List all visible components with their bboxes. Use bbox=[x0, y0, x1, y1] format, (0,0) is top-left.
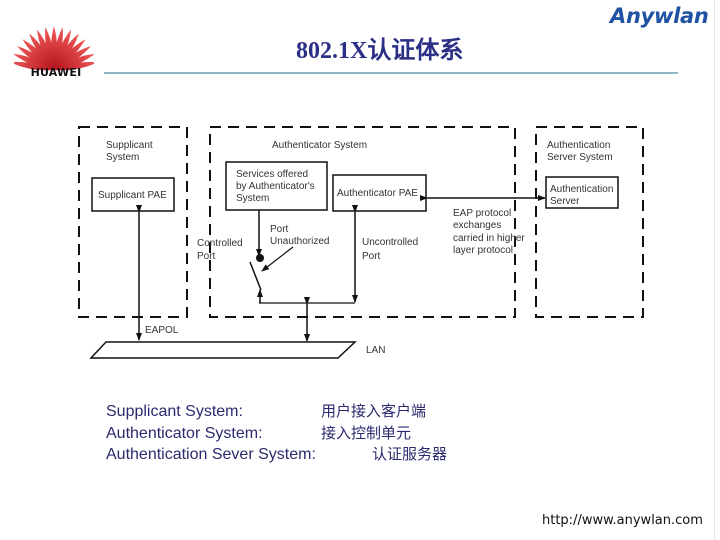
services-label-1: Services offered bbox=[236, 169, 308, 180]
legend-meaning: 认证服务器 bbox=[372, 445, 448, 463]
port-unauthorized-label-1: Port bbox=[270, 224, 289, 235]
eap-note-3: carried in higher bbox=[453, 233, 525, 244]
legend-term: Authenticator System: bbox=[106, 424, 263, 442]
services-label-3: System bbox=[236, 193, 269, 204]
legend-meaning: 用户接入客户端 bbox=[321, 402, 427, 420]
authenticator-system-label: Authenticator System bbox=[272, 140, 367, 151]
controlled-port-label-2: Port bbox=[197, 251, 216, 262]
eap-note-4: layer protocol bbox=[453, 245, 513, 256]
legend-term: Supplicant System: bbox=[106, 403, 243, 420]
controlled-port-label-1: Controlled bbox=[197, 238, 243, 249]
legend-meaning: 接入控制单元 bbox=[321, 423, 412, 442]
eap-note-1: EAP protocol bbox=[453, 208, 511, 219]
auth-server-label-2: Server bbox=[550, 196, 580, 207]
services-label-2: by Authenticator's bbox=[236, 181, 315, 192]
legend-row: Supplicant System: 用户接入客户端 bbox=[106, 401, 426, 423]
eap-note-2: exchanges bbox=[453, 220, 501, 231]
legend-term: Authentication Sever System: bbox=[106, 446, 316, 463]
lan-label: LAN bbox=[366, 345, 385, 356]
eapol-label: EAPOL bbox=[145, 325, 179, 336]
supplicant-system-label-1: Supplicant bbox=[106, 140, 153, 151]
switch-contact bbox=[256, 254, 264, 262]
switch-blade-open bbox=[249, 261, 262, 291]
auth-server-system-label-1: Authentication bbox=[547, 140, 610, 151]
legend-row: Authentication Sever System: 认证服务器 bbox=[106, 444, 447, 466]
uncontrolled-port-label-2: Port bbox=[362, 251, 381, 262]
supplicant-system-label-2: System bbox=[106, 152, 139, 163]
auth-server-system-label-2: Server System bbox=[547, 152, 613, 163]
port-unauthorized-pointer bbox=[261, 246, 294, 272]
legend-row: Authenticator System: 接入控制单元 bbox=[106, 423, 411, 445]
lan-segment bbox=[89, 341, 357, 359]
supplicant-pae-label: Supplicant PAE bbox=[98, 190, 167, 201]
port-unauthorized-label-2: Unauthorized bbox=[270, 236, 329, 247]
footer-url-link[interactable]: http://www.anywlan.com bbox=[542, 513, 703, 528]
role-legend: Supplicant System: 用户接入客户端 Authenticator… bbox=[106, 401, 447, 466]
auth-server-label-1: Authentication bbox=[550, 184, 613, 195]
uncontrolled-port-label-1: Uncontrolled bbox=[362, 237, 418, 248]
authenticator-pae-label: Authenticator PAE bbox=[337, 188, 418, 199]
